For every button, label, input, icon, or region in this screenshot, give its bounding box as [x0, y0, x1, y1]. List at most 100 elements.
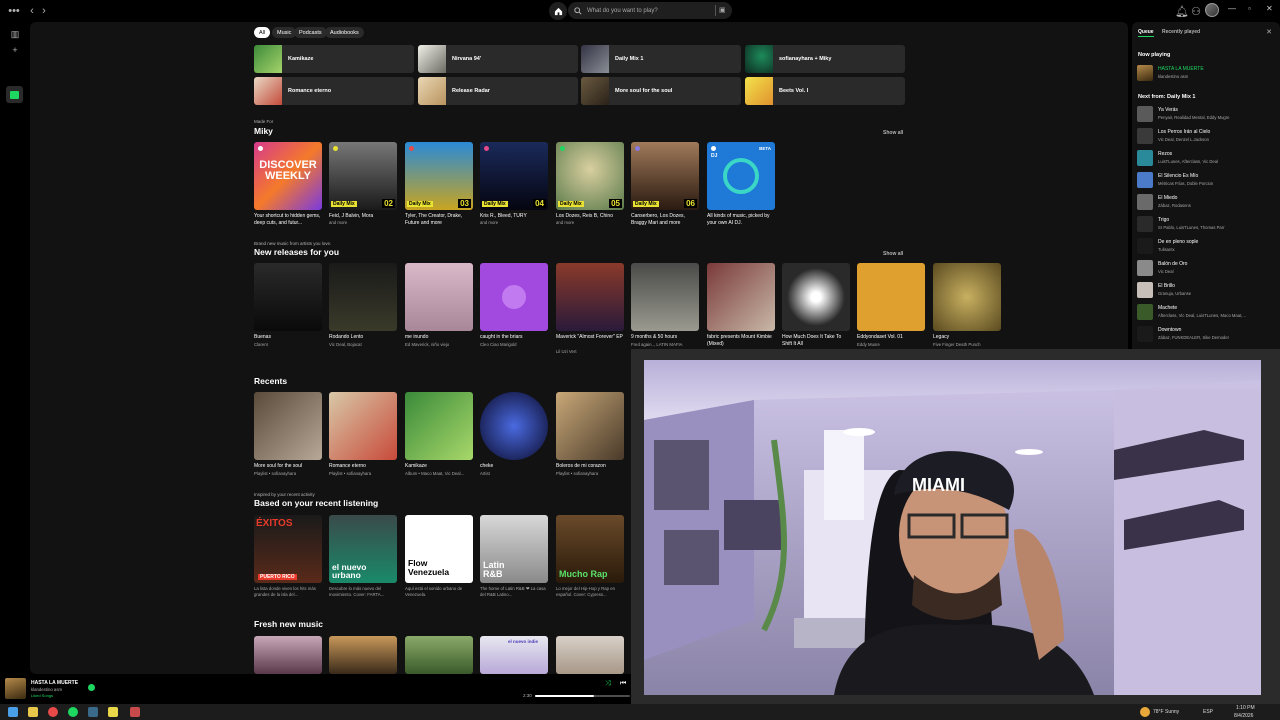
album-card-art[interactable] [707, 263, 775, 331]
queue-item[interactable]: Balón de Oro Vic Deal [1137, 259, 1277, 279]
playlist-card-art[interactable]: Daily Mix 04 [480, 142, 548, 210]
playlist-card-art[interactable]: el nuevo indie [480, 636, 548, 674]
avatar[interactable] [1205, 3, 1219, 17]
album-card-art[interactable] [782, 263, 850, 331]
recent-title[interactable]: cheke [480, 463, 550, 470]
filter-all[interactable]: All [254, 27, 271, 38]
now-playing-art[interactable] [5, 678, 26, 699]
album-artist[interactable]: Lil Uzi Vert [556, 349, 626, 355]
queue-item[interactable]: El Silencio Es Mío Métricas Frías, Doble … [1137, 171, 1277, 191]
playlist-card-art[interactable] [329, 392, 397, 460]
home-button[interactable] [549, 2, 567, 20]
recent-title[interactable]: Boleros de mi corazon [556, 463, 626, 470]
menu-dots-icon[interactable]: ••• [6, 3, 22, 19]
language-indicator[interactable]: ESP [1203, 709, 1213, 715]
filter-audiobooks[interactable]: Audiobooks [325, 27, 364, 38]
section-title-recents[interactable]: Recents [254, 376, 287, 386]
queue-item[interactable]: Downtown Zábaz, FUNKDEALER, Sike Demoder [1137, 325, 1277, 345]
quick-tile[interactable]: sofianayhara + Miky [745, 45, 905, 73]
album-card-art[interactable] [480, 263, 548, 331]
quick-tile[interactable]: More soul for the soul [581, 77, 741, 105]
progress-bar[interactable] [535, 695, 630, 697]
album-title[interactable]: Eddyondaset Vol. 01 [857, 334, 927, 341]
album-artist[interactable]: Eddy Musre [857, 342, 927, 348]
library-icon[interactable]: ▥ [7, 26, 23, 42]
playlist-card-art[interactable]: ÉXITOS PUERTO RICO [254, 515, 322, 583]
weather-icon[interactable] [1140, 707, 1150, 717]
minimize-icon[interactable]: — [1228, 4, 1236, 13]
dj-card-art[interactable]: DJ BETA [707, 142, 775, 210]
queue-item[interactable]: Rezos LuisTLunes, Afterclass, Vic Deal [1137, 149, 1277, 169]
playlist-card-art[interactable]: el nuevo urbano [329, 515, 397, 583]
quick-tile[interactable]: Beets Vol. I [745, 77, 905, 105]
album-card-art[interactable] [329, 263, 397, 331]
album-card-art[interactable] [556, 263, 624, 331]
queue-item[interactable]: El Miedo Zábaz, Rodasens [1137, 193, 1277, 213]
album-artist[interactable]: Cleo Ciao Marigold [480, 342, 550, 348]
friends-icon[interactable]: ⚇ [1188, 3, 1204, 19]
album-artist[interactable]: Clarent [254, 342, 324, 348]
clock-time[interactable]: 1:10 PM [1236, 705, 1255, 711]
playlist-card-art[interactable] [556, 636, 624, 674]
show-all-link[interactable]: Show all [883, 251, 903, 257]
browser-icon[interactable] [48, 707, 58, 717]
recent-title[interactable]: Kamikaze [405, 463, 475, 470]
now-playing-artist[interactable]: klandestino asm [31, 687, 62, 692]
quick-tile[interactable]: Daily Mix 1 [581, 45, 741, 73]
filter-podcasts[interactable]: Podcasts [294, 27, 327, 38]
album-title[interactable]: Maverick "Almost Forever" EP [556, 334, 626, 341]
album-title[interactable]: caught in the briars [480, 334, 550, 341]
queue-item[interactable]: De en pleno sople Tulisantx [1137, 237, 1277, 257]
maximize-icon[interactable]: ▫ [1248, 4, 1251, 13]
close-icon[interactable]: ✕ [1266, 4, 1273, 13]
album-title[interactable]: Legacy [933, 334, 1003, 341]
plus-icon[interactable]: + [7, 42, 23, 58]
album-card-art[interactable] [933, 263, 1001, 331]
now-playing-item[interactable]: HASTA LA MUERTE klandestino asm [1137, 64, 1277, 84]
liked-folder-icon[interactable] [6, 86, 23, 103]
quick-tile[interactable]: Kamikaze [254, 45, 414, 73]
liked-songs-link[interactable]: Liked Songs [31, 693, 53, 698]
album-title[interactable]: Rodando Lento [329, 334, 399, 341]
weather-text[interactable]: 78°F Sunny [1153, 709, 1179, 715]
playlist-card-art[interactable]: Mucho Rap [556, 515, 624, 583]
playlist-card-art[interactable] [556, 392, 624, 460]
album-card-art[interactable] [857, 263, 925, 331]
album-title[interactable]: How Much Does It Take To Shift It All [782, 334, 852, 347]
clock-date[interactable]: 8/4/2026 [1234, 713, 1253, 719]
album-card-art[interactable] [631, 263, 699, 331]
section-title-fresh[interactable]: Fresh new music [254, 619, 323, 629]
playlist-card-art[interactable] [329, 636, 397, 674]
browse-icon[interactable]: ▣ [715, 5, 726, 16]
recent-title[interactable]: More soul for the soul [254, 463, 324, 470]
app-icon[interactable] [88, 707, 98, 717]
windows-start-icon[interactable] [8, 707, 18, 717]
playlist-card-art[interactable]: Daily Mix 05 [556, 142, 624, 210]
previous-icon[interactable]: ⏮ [620, 680, 626, 688]
tab-queue[interactable]: Queue [1138, 29, 1154, 37]
search-input[interactable]: What do you want to play? [587, 8, 658, 14]
playlist-card-art[interactable] [405, 636, 473, 674]
album-artist[interactable]: Five Finger Death Punch [933, 342, 1003, 348]
queue-item[interactable]: Ya Verás Penyair, Realidad Mental, Eddy M… [1137, 105, 1277, 125]
quick-tile[interactable]: Nirvana 94' [418, 45, 578, 73]
forward-icon[interactable]: › [36, 3, 52, 19]
album-title[interactable]: fabric presents Mount Kimbie (Mixed) [707, 334, 777, 347]
album-title[interactable]: 9 months & 50 hours [631, 334, 701, 341]
section-title-new-releases[interactable]: New releases for you [254, 247, 339, 257]
tab-recently-played[interactable]: Recently played [1162, 29, 1200, 35]
album-title[interactable]: me inundo [405, 334, 475, 341]
album-title[interactable]: Buenas [254, 334, 324, 341]
spotify-taskbar-icon[interactable] [68, 707, 78, 717]
album-card-art[interactable] [254, 263, 322, 331]
close-icon[interactable]: ✕ [1266, 28, 1272, 36]
quick-tile[interactable]: Romance eterno [254, 77, 414, 105]
playlist-card-art[interactable]: DISCOVER WEEKLY [254, 142, 322, 210]
album-card-art[interactable] [405, 392, 473, 460]
queue-item[interactable]: Machete Afterclass, Vic Deal, LuisTLunes,… [1137, 303, 1277, 323]
now-playing-title[interactable]: HASTA LA MUERTE [31, 680, 78, 686]
app-icon[interactable] [108, 707, 118, 717]
playlist-card-art[interactable]: Flow Venezuela [405, 515, 473, 583]
show-all-link[interactable]: Show all [883, 130, 903, 136]
playlist-card-art[interactable]: Daily Mix 06 [631, 142, 699, 210]
